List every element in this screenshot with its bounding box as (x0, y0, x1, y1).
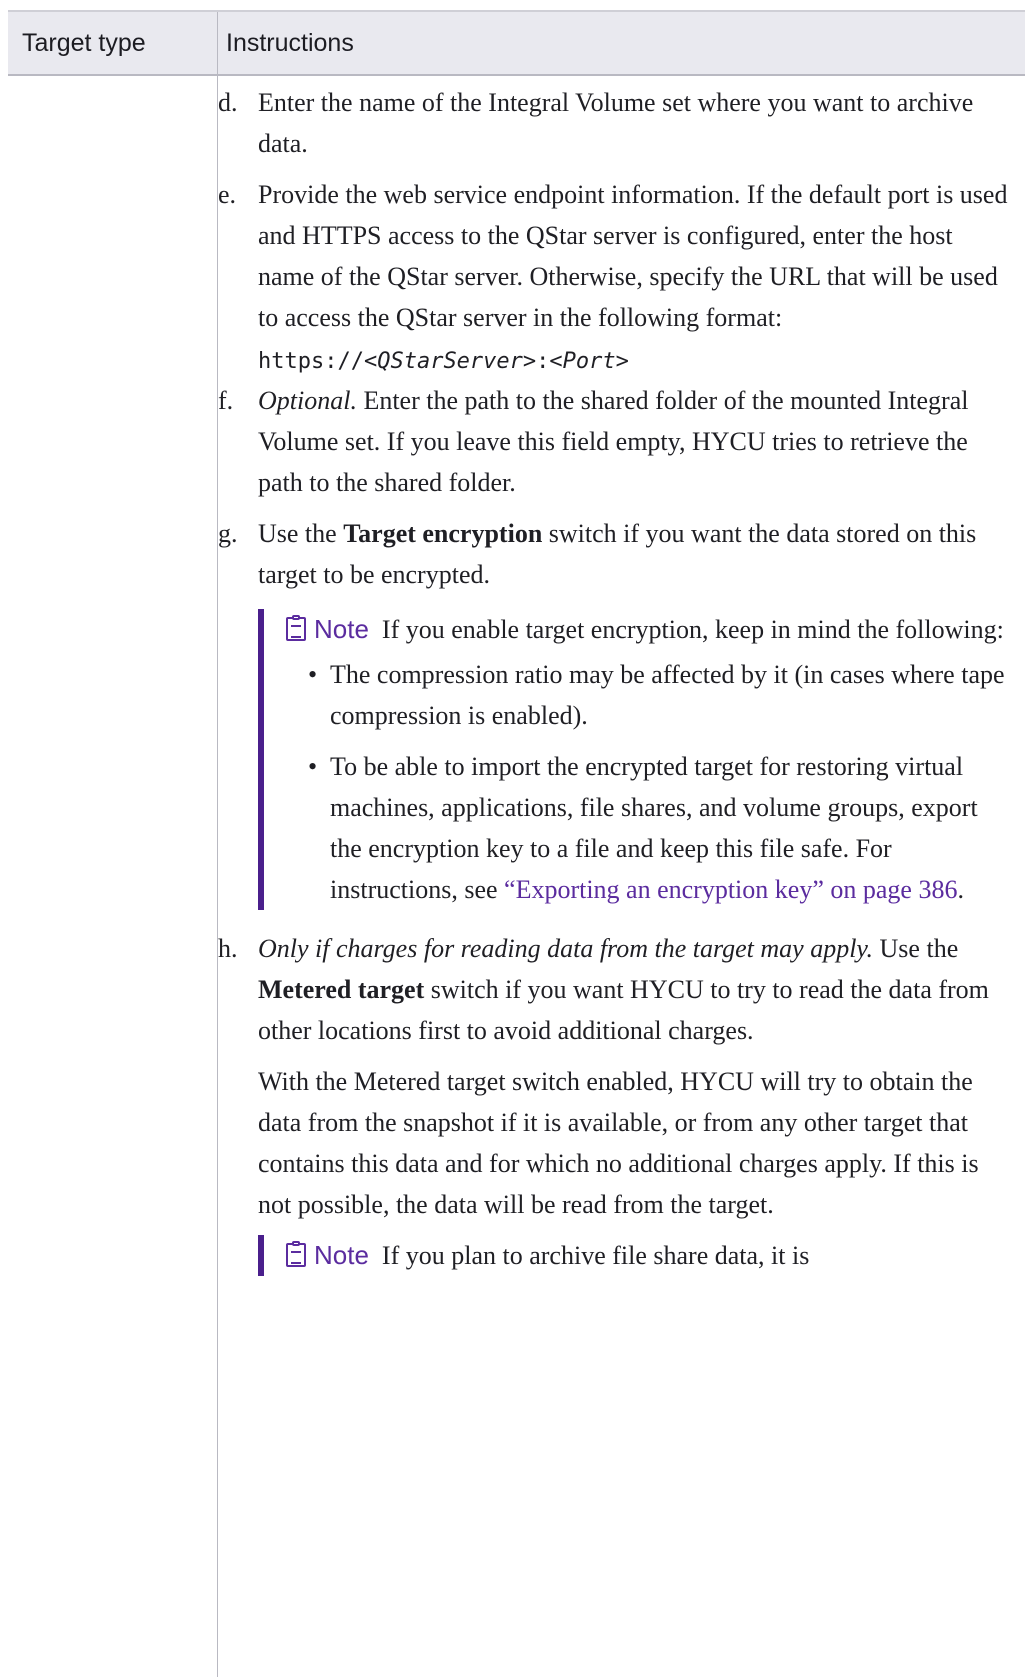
instructions-table: Target type Instructions d. Enter the na… (8, 10, 1025, 1677)
optional-label: Optional. (258, 386, 357, 415)
note-encryption: Note If you enable target encryption, ke… (258, 609, 1008, 910)
step-text: Optional. Enter the path to the shared f… (258, 380, 1008, 503)
step-g: g. Use the Target encryption switch if y… (218, 513, 1008, 910)
step-label: d. (218, 88, 238, 117)
step-label: e. (218, 180, 237, 209)
ui-term: Metered target (258, 975, 425, 1004)
step-label: f. (218, 386, 234, 415)
list-item: To be able to import the encrypted targe… (308, 746, 1008, 910)
step-pre: Use the (258, 519, 344, 548)
header-target-type: Target type (22, 29, 146, 57)
url-sep: : (536, 349, 550, 374)
url-format: https://<QStarServer>:<Port> (258, 344, 1008, 380)
clipboard-icon (286, 615, 306, 641)
header-instructions: Instructions (226, 29, 354, 57)
step-text: Use the Target encryption switch if you … (258, 513, 1008, 595)
header-divider (217, 12, 218, 74)
step-text: Provide the web service endpoint informa… (258, 180, 1008, 332)
step-f: f. Optional. Enter the path to the share… (218, 380, 1008, 503)
step-h: h. Only if charges for reading data from… (218, 928, 1008, 1276)
step-d: d. Enter the name of the Integral Volume… (218, 82, 1008, 164)
ui-term: Target encryption (343, 519, 543, 548)
step-text: Only if charges for reading data from th… (258, 928, 1008, 1051)
step-label: h. (218, 934, 238, 963)
step-text: Enter the name of the Integral Volume se… (258, 88, 974, 158)
url-server: <QStarServer> (363, 349, 537, 374)
note-title: Note (314, 1240, 369, 1270)
instructions-cell: d. Enter the name of the Integral Volume… (218, 74, 1008, 1276)
step-pre: Use the (873, 934, 959, 963)
list-item: The compression ratio may be affected by… (308, 654, 1008, 736)
condition-label: Only if charges for reading data from th… (258, 934, 874, 963)
cross-reference-link[interactable]: “Exporting an encryption key” on page 38… (504, 875, 957, 904)
url-prefix: https:// (258, 349, 364, 374)
step-e: e. Provide the web service endpoint info… (218, 174, 1008, 380)
note-text: If you plan to archive file share data, … (381, 1241, 810, 1270)
note-intro: If you enable target encryption, keep in… (381, 615, 1004, 644)
note-title: Note (314, 614, 369, 644)
note-head: Note If you plan to archive file share d… (286, 1235, 1008, 1276)
note-file-share: Note If you plan to archive file share d… (258, 1235, 1008, 1276)
bullet-end: . (957, 875, 964, 904)
url-port: <Port> (549, 349, 629, 374)
step-body: Enter the path to the shared folder of t… (258, 386, 969, 497)
clipboard-icon (286, 1241, 306, 1267)
table-header: Target type Instructions (8, 10, 1025, 76)
note-head: Note If you enable target encryption, ke… (286, 609, 1008, 650)
step-label: g. (218, 519, 238, 548)
note-bullets: The compression ratio may be affected by… (286, 654, 1008, 910)
step-paragraph: With the Metered target switch enabled, … (258, 1067, 979, 1219)
